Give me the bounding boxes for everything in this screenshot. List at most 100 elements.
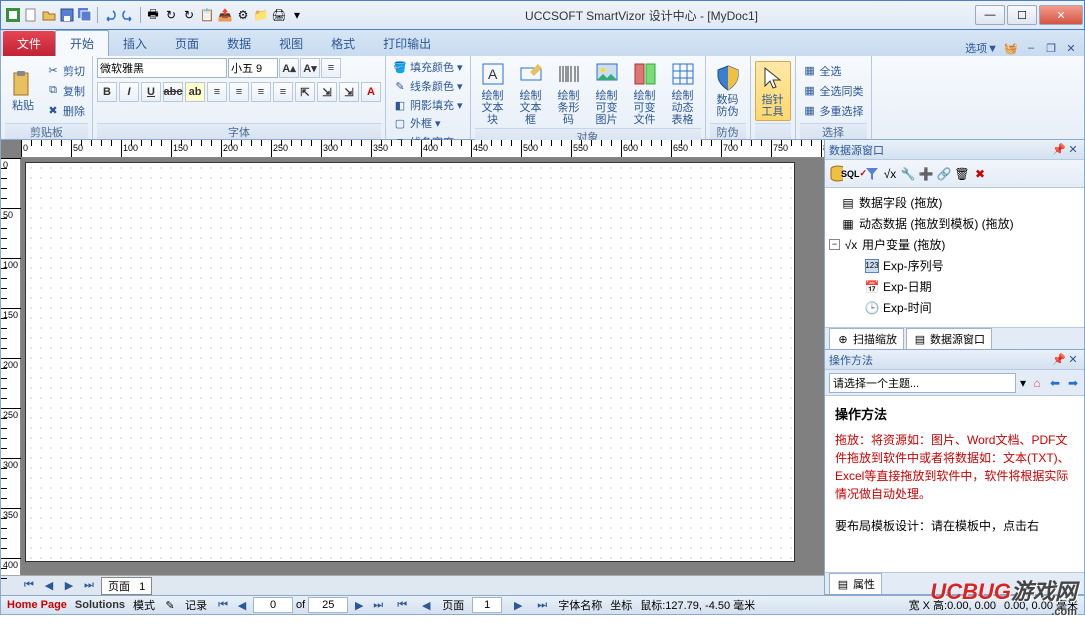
tab-page[interactable]: 页面 [161,31,213,56]
datasource-panel-header[interactable]: 数据源窗口 📌 ✕ [825,140,1084,160]
select-multi-button[interactable]: ▦多重选择 [800,102,867,120]
pin-icon[interactable]: 📌 [1052,143,1066,157]
valign-top-button[interactable]: ⇱ [295,82,315,102]
draw-dyntable-button[interactable]: 绘制 动态表格 [665,58,701,128]
delete-button[interactable]: ✖删除 [43,102,88,120]
fontcolor-button[interactable]: A [361,82,381,102]
align-center-button[interactable]: ≡ [229,82,249,102]
saveall-icon[interactable] [77,7,93,23]
solutions-link[interactable]: Solutions [75,599,125,611]
tab-properties[interactable]: ▤属性 [829,573,882,594]
qa-dropdown-icon[interactable]: ▾ [289,7,305,23]
redo-icon[interactable] [120,7,136,23]
fill-color-button[interactable]: 🪣填充颜色 ▾ [390,58,466,76]
qa-icon-1[interactable]: 🖶 [145,7,161,23]
font-name-select[interactable] [97,58,227,78]
lineheight-icon[interactable]: ≡ [321,58,341,78]
pointer-tool-button[interactable]: 指针工具 [755,61,791,121]
draw-textbox-button[interactable]: 绘制 文本框 [513,58,549,128]
tab-scanzoom[interactable]: ⊕扫描缩放 [829,328,904,349]
open-icon[interactable] [41,7,57,23]
options-link[interactable]: 选项▼ [965,40,998,56]
cut-button[interactable]: ✂剪切 [43,62,88,80]
mode-icon[interactable]: ✎ [163,598,177,612]
italic-button[interactable]: I [119,82,139,102]
copy-button[interactable]: ⧉复制 [43,82,88,100]
panel-close-icon[interactable]: ✕ [1066,143,1080,157]
ds-tool3-icon[interactable]: 🗑 [955,167,969,181]
forward-icon[interactable]: ➡ [1066,376,1080,390]
home-icon[interactable]: ⌂ [1030,376,1044,390]
valign-bot-button[interactable]: ⇲ [339,82,359,102]
collapse-icon[interactable]: − [829,239,840,250]
tab-data[interactable]: 数据 [213,31,265,56]
qa-icon-7[interactable]: 📁 [253,7,269,23]
help-panel-header[interactable]: 操作方法 📌 ✕ [825,350,1084,370]
rec-current-input[interactable] [253,597,293,613]
tree-dynamicdata[interactable]: ▦动态数据 (拖放到模板) (拖放) [829,213,1080,234]
help-dropdown-icon[interactable]: ▾ [1020,376,1026,390]
pg-first-icon[interactable]: ⏮ [394,599,410,612]
strike-button[interactable]: abc [163,82,183,102]
var-icon[interactable]: √x [883,167,897,181]
qa-icon-8[interactable]: 🖨 [271,7,287,23]
ds-del-icon[interactable]: ✖ [973,167,987,181]
tab-format[interactable]: 格式 [317,31,369,56]
panel-close-icon[interactable]: ✕ [1066,353,1080,367]
page-surface[interactable] [25,162,795,562]
qa-icon-2[interactable]: ↻ [163,7,179,23]
ds-tool2-icon[interactable]: 🔗 [937,167,951,181]
rec-prev-icon[interactable]: ◀ [234,599,250,612]
tab-view[interactable]: 视图 [265,31,317,56]
grow-font-icon[interactable]: A▴ [279,58,299,78]
tab-file[interactable]: 文件 [3,31,55,56]
align-left-button[interactable]: ≡ [207,82,227,102]
tree-uservar[interactable]: −√x用户变量 (拖放) [829,234,1080,255]
tree-datafields[interactable]: ▤数据字段 (拖放) [829,192,1080,213]
page-first-icon[interactable]: ⏮ [21,579,37,592]
border-button[interactable]: ▢外框 ▾ [390,114,444,132]
pg-next-icon[interactable]: ▶ [510,599,526,612]
mdi-restore-icon[interactable]: ❐ [1044,41,1058,55]
sql-icon[interactable]: SQL✓ [847,167,861,181]
undo-icon[interactable] [102,7,118,23]
select-all-button[interactable]: ▦全选 [800,62,867,80]
rec-last-icon[interactable]: ⏭ [370,599,386,612]
new-icon[interactable] [23,7,39,23]
tab-start[interactable]: 开始 [55,30,109,56]
ds-add-icon[interactable]: ➕ [919,167,933,181]
mdi-close-icon[interactable]: ✕ [1064,41,1078,55]
highlight-button[interactable]: ab [185,82,205,102]
draw-varfile-button[interactable]: 绘制 可变文件 [627,58,663,128]
line-color-button[interactable]: ✎线条颜色 ▾ [390,77,466,95]
save-icon[interactable] [59,7,75,23]
maximize-button[interactable]: ☐ [1007,5,1037,25]
page-tab[interactable]: 页面 1 [101,577,152,595]
draw-textblock-button[interactable]: A绘制 文本块 [475,58,511,128]
mdi-min-icon[interactable]: – [1024,41,1038,55]
back-icon[interactable]: ⬅ [1048,376,1062,390]
help-topic-select[interactable] [829,373,1016,393]
canvas[interactable] [21,158,824,575]
page-next-icon[interactable]: ▶ [61,579,77,592]
rec-first-icon[interactable]: ⏮ [215,599,231,612]
qa-icon-4[interactable]: 📋 [199,7,215,23]
font-size-select[interactable] [228,58,278,78]
tree-exp-date[interactable]: 📅Exp-日期 [829,276,1080,297]
tab-insert[interactable]: 插入 [109,31,161,56]
qa-icon-6[interactable]: ⚙ [235,7,251,23]
shrink-font-icon[interactable]: A▾ [300,58,320,78]
filter-icon[interactable] [865,167,879,181]
pg-last-icon[interactable]: ⏭ [534,599,550,612]
basket-icon[interactable]: 🧺 [1004,41,1018,55]
horizontal-ruler[interactable]: 0501001502002503003504004505005506006507… [21,140,824,158]
home-link[interactable]: Home Page [7,599,67,611]
page-last-icon[interactable]: ⏭ [81,579,97,592]
underline-button[interactable]: U [141,82,161,102]
select-same-button[interactable]: ▦全选同类 [800,82,867,100]
minimize-button[interactable]: — [975,5,1005,25]
status-page-input[interactable] [472,597,502,613]
qa-icon-3[interactable]: ↻ [181,7,197,23]
tree-exp-seq[interactable]: 123Exp-序列号 [829,255,1080,276]
align-right-button[interactable]: ≡ [251,82,271,102]
